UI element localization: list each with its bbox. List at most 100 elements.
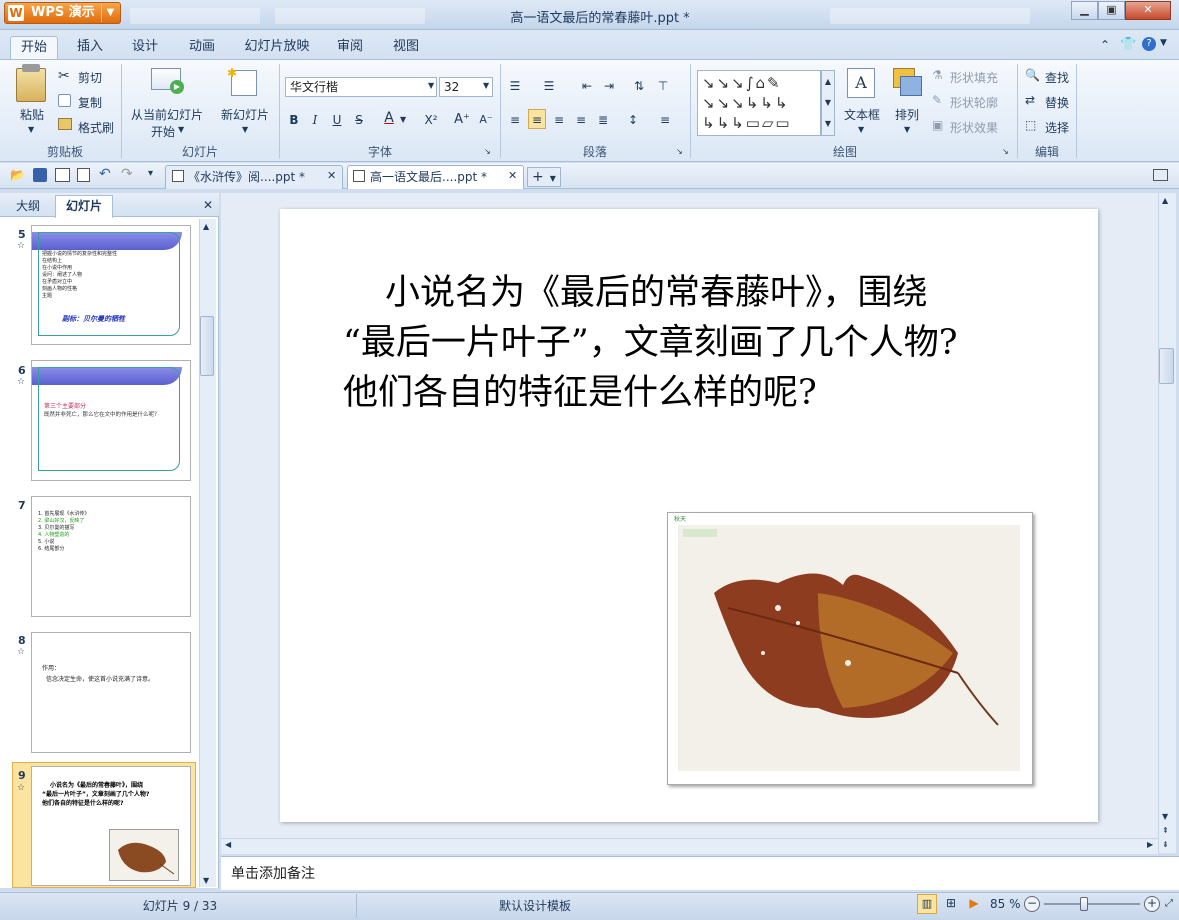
shape-outline-button[interactable]: 形状轮廓 (950, 94, 998, 111)
zoom-level[interactable]: 85 % (990, 897, 1021, 911)
tab-outline[interactable]: 大纲 (8, 196, 48, 216)
minimize-button[interactable]: ▁ (1071, 1, 1098, 20)
chevron-down-icon[interactable]: ▼ (483, 81, 489, 90)
scroll-down-icon[interactable]: ▼ (1162, 812, 1168, 821)
zoom-out-button[interactable]: − (1024, 896, 1040, 912)
next-slide-icon[interactable]: ⇟ (1162, 840, 1169, 849)
customize-toolbar-icon[interactable]: ▾ (148, 168, 153, 179)
italic-button[interactable]: I (306, 110, 324, 130)
distributed-icon[interactable]: ≣ (594, 110, 612, 130)
scroll-thumb[interactable] (200, 316, 214, 376)
scroll-up-icon[interactable]: ▲ (1162, 196, 1168, 205)
skin-icon[interactable]: 👕 (1120, 37, 1136, 52)
new-tab-button[interactable]: + ▼ (527, 167, 561, 187)
new-slide-button[interactable]: 新幻灯片 (217, 106, 273, 123)
from-current-slide-button[interactable]: 从当前幻灯片 (128, 106, 206, 123)
decrease-indent-icon[interactable]: ⇤ (578, 76, 596, 96)
shape-fill-button[interactable]: 形状填充 (950, 69, 998, 86)
line-spacing-icon[interactable]: ↕ (624, 110, 642, 130)
save-icon[interactable] (33, 168, 47, 182)
fit-window-icon[interactable]: ⤢ (1165, 898, 1173, 909)
open-folder-icon[interactable]: 📂 (10, 168, 25, 182)
doc-tab-shuihu[interactable]: 《水浒传》阅....ppt * (165, 165, 343, 189)
align-left-icon[interactable]: ≡ (506, 110, 524, 130)
chevron-down-icon[interactable]: ▼ (904, 125, 910, 134)
scroll-thumb[interactable] (1159, 348, 1174, 384)
close-pane-icon[interactable]: ✕ (203, 198, 213, 212)
slideshow-icon[interactable]: ▶ (964, 894, 984, 914)
close-button[interactable]: ✕ (1125, 1, 1171, 20)
arrange-button[interactable]: 排列 (890, 106, 924, 123)
tab-home[interactable]: 开始 (10, 36, 58, 60)
tab-slideshow[interactable]: 幻灯片放映 (238, 36, 316, 60)
chevron-down-icon[interactable]: ▼ (400, 115, 406, 124)
justify-icon[interactable]: ≡ (572, 110, 590, 130)
undo-icon[interactable]: ↶ (99, 166, 111, 182)
strikethrough-button[interactable]: S (350, 110, 368, 130)
format-painter-button[interactable]: 格式刷 (78, 119, 114, 136)
dialog-launcher-icon[interactable]: ↘ (1002, 147, 1009, 156)
slide-sorter-icon[interactable]: ⊞ (941, 894, 961, 914)
tab-insert[interactable]: 插入 (68, 36, 112, 60)
grow-font-button[interactable]: A⁺ (451, 110, 473, 130)
tab-list-icon[interactable] (1153, 169, 1168, 181)
font-color-button[interactable]: A (380, 108, 398, 128)
underline-button[interactable]: U (328, 110, 346, 130)
tab-slides[interactable]: 幻灯片 (55, 195, 113, 218)
text-direction-icon[interactable]: ⇅ (630, 76, 648, 96)
shape-effect-button[interactable]: 形状效果 (950, 119, 998, 136)
scroll-down-icon[interactable]: ▼ (203, 876, 209, 885)
numbering-icon[interactable]: ☰ (540, 76, 558, 96)
zoom-in-button[interactable]: + (1144, 896, 1160, 912)
slide-thumbnail-9[interactable]: 小说名为《最后的常春藤叶》，围绕 “最后一片叶子”，文章刻画了几个人物? 他们各自的… (31, 766, 191, 886)
replace-button[interactable]: 替换 (1045, 94, 1069, 111)
print-preview-icon[interactable] (77, 168, 90, 182)
slide-title-textbox[interactable]: 小说名为《最后的常春藤叶》，围绕 “最后一片叶子”，文章刻画了几个人物? 他们各… (343, 268, 1073, 418)
shrink-font-button[interactable]: A⁻ (475, 110, 497, 130)
slide-thumbnail-8[interactable]: 作用： 信念决定生命，使这首小说充满了诗意。 (31, 632, 191, 753)
align-center-icon[interactable]: ≡ (528, 109, 546, 129)
chevron-down-icon[interactable]: ▼ (242, 125, 248, 134)
notes-pane[interactable] (221, 856, 1179, 890)
slide-thumbnail-7[interactable]: 1. 首先展现《水浒传》 2. 梁山好汉，反映了 3. 贝尔曼的描写 4. 人物塑造的… (31, 496, 191, 617)
bullets-icon[interactable]: ☰ (506, 76, 524, 96)
previous-slide-icon[interactable]: ⇞ (1162, 826, 1169, 835)
close-tab-icon[interactable]: ✕ (327, 169, 336, 182)
scroll-right-icon[interactable]: ▶ (1147, 840, 1153, 849)
paragraph-spacing-icon[interactable]: ≡ (656, 110, 674, 130)
tab-review[interactable]: 审阅 (328, 36, 372, 60)
close-tab-icon[interactable]: ✕ (508, 169, 517, 182)
print-icon[interactable] (55, 168, 70, 182)
bold-button[interactable]: B (285, 110, 303, 130)
cut-button[interactable]: 剪切 (78, 69, 102, 86)
zoom-slider-thumb[interactable] (1080, 897, 1088, 911)
slide-thumbnail-6[interactable]: 第三个主要部分 既然并非死亡，那么它在文中的作用是什么呢？ (31, 360, 191, 481)
help-dropdown-icon[interactable]: ▼ (1160, 38, 1167, 48)
doc-tab-active[interactable]: 高一语文最后....ppt * (347, 165, 524, 189)
slide-thumbnail-5[interactable]: 把握小说的情节的复杂性和完整性 在结构上 在小说中作用 设问：阐述了人物 在矛盾对立中刻… (31, 225, 191, 345)
normal-view-icon[interactable]: ▥ (917, 894, 937, 914)
dialog-launcher-icon[interactable]: ↘ (484, 147, 491, 156)
horizontal-scrollbar[interactable] (221, 838, 1158, 854)
textbox-button[interactable]: 文本框 (841, 106, 883, 123)
dialog-launcher-icon[interactable]: ↘ (676, 147, 683, 156)
editor-scrollbar[interactable] (1158, 193, 1176, 853)
tab-design[interactable]: 设计 (123, 36, 167, 60)
paste-icon[interactable] (16, 68, 46, 102)
tab-view[interactable]: 视图 (384, 36, 428, 60)
select-button[interactable]: 选择 (1045, 119, 1069, 136)
maximize-button[interactable]: ▣ (1098, 1, 1125, 20)
chevron-down-icon[interactable]: ▼ (858, 125, 864, 134)
chevron-down-icon[interactable]: ▼ (428, 81, 434, 90)
zoom-slider-track[interactable] (1044, 903, 1140, 905)
shapes-gallery[interactable]: ↘↘↘∫⌂✎ ↘↘↘↳↳↳ ↳↳↳▭▱▭ (697, 70, 821, 136)
help-icon[interactable]: ? (1142, 37, 1156, 51)
scroll-up-icon[interactable]: ▲ (203, 222, 209, 231)
superscript-button[interactable]: X² (420, 110, 442, 130)
align-right-icon[interactable]: ≡ (550, 110, 568, 130)
collapse-ribbon-icon[interactable]: ⌃ (1100, 38, 1110, 52)
align-text-icon[interactable]: ⊤ (654, 76, 672, 96)
gallery-scroll[interactable]: ▲ ▼ ▼ (821, 70, 835, 136)
leaf-image[interactable]: 秋天 (667, 512, 1033, 785)
find-button[interactable]: 查找 (1045, 69, 1069, 86)
